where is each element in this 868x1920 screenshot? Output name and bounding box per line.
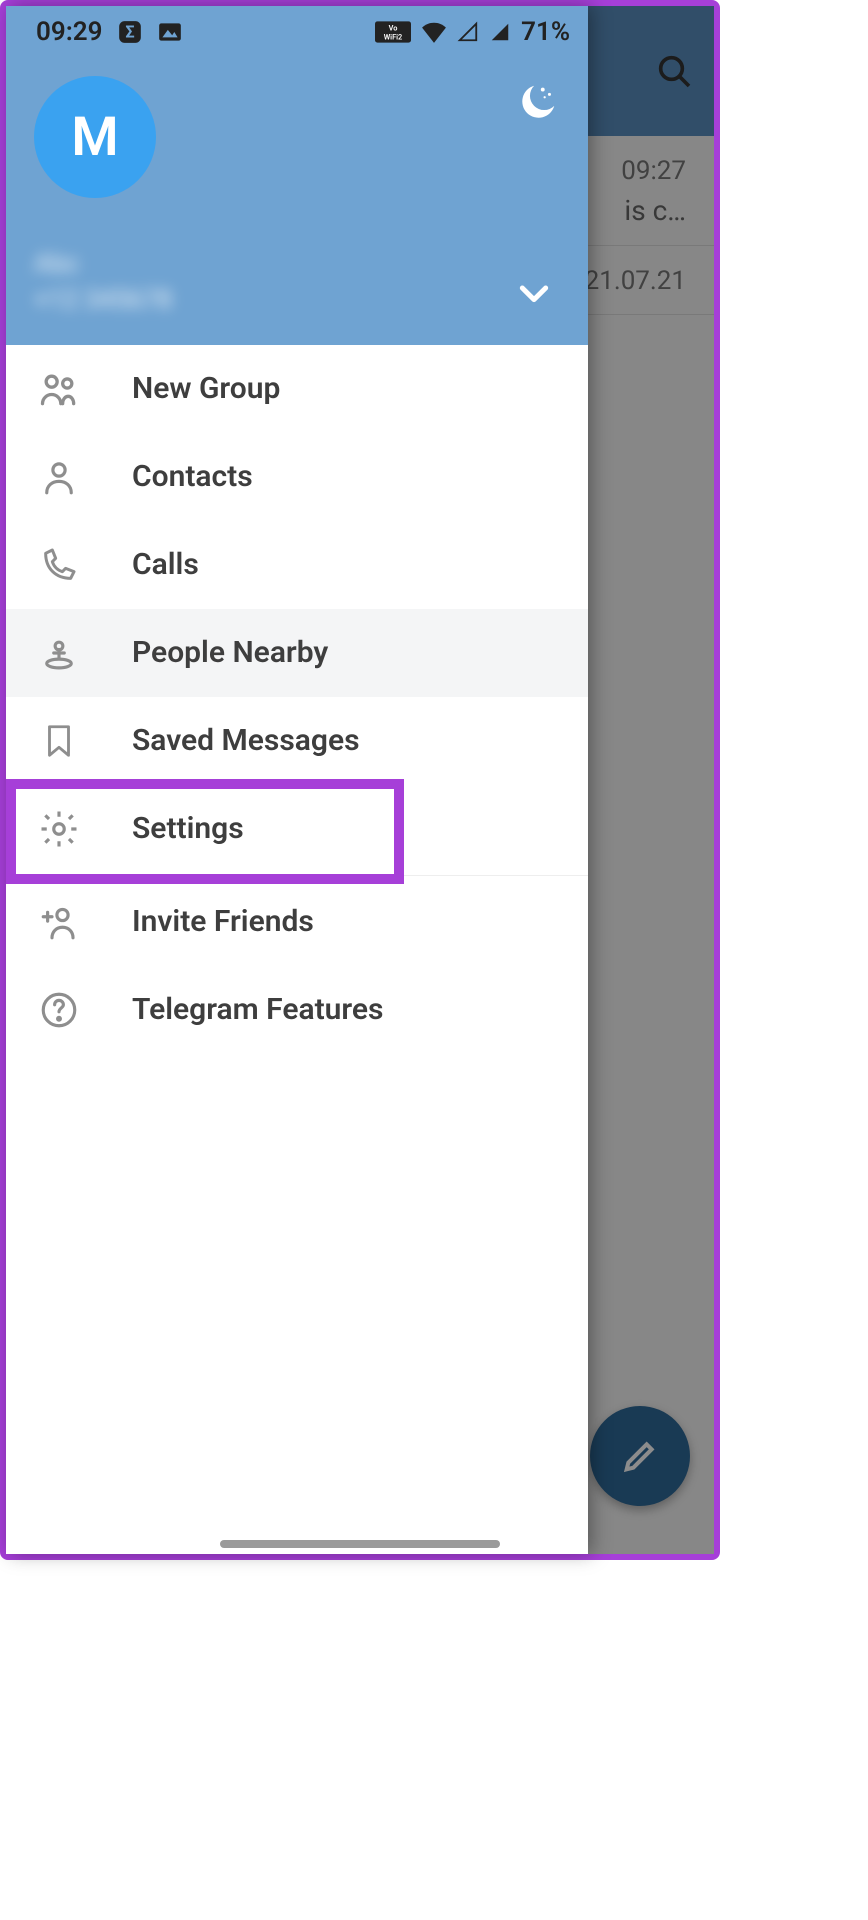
svg-text:WiFi2: WiFi2 [384, 32, 403, 41]
battery-percent: 71% [521, 17, 570, 47]
menu-label: Contacts [132, 459, 253, 494]
drawer-menu: New Group Contacts Calls People Nearby S [6, 345, 588, 1054]
svg-text:Vo: Vo [389, 23, 398, 32]
night-mode-icon[interactable] [514, 80, 560, 126]
svg-text:Σ: Σ [125, 22, 134, 41]
person-add-icon [34, 901, 84, 943]
nav-handle [220, 1540, 500, 1548]
menu-label: People Nearby [132, 635, 328, 670]
signal-full-icon [489, 21, 511, 43]
menu-label: Saved Messages [132, 723, 360, 758]
account-name: Abc [34, 246, 172, 282]
menu-label: Settings [132, 811, 244, 846]
app-notif-icon: Σ [117, 19, 143, 45]
wifi-icon [421, 21, 447, 43]
avatar[interactable]: M [34, 76, 156, 198]
bookmark-icon [34, 720, 84, 762]
help-icon [34, 989, 84, 1031]
menu-label: Calls [132, 547, 199, 582]
signal-empty-icon [457, 21, 479, 43]
gear-icon [34, 808, 84, 850]
menu-label: New Group [132, 371, 280, 406]
drawer-header: M Abc +12 345678 [6, 58, 588, 345]
avatar-initial: M [71, 106, 118, 169]
menu-saved-messages[interactable]: Saved Messages [6, 697, 588, 785]
group-icon [34, 367, 84, 411]
menu-divider [6, 875, 588, 876]
menu-new-group[interactable]: New Group [6, 345, 588, 433]
menu-settings[interactable]: Settings [6, 785, 588, 873]
menu-label: Invite Friends [132, 904, 314, 939]
navigation-drawer: 09:29 Σ VoWiFi2 71% M [6, 6, 588, 1554]
phone-icon [34, 545, 84, 585]
menu-calls[interactable]: Calls [6, 521, 588, 609]
menu-telegram-features[interactable]: Telegram Features [6, 966, 588, 1054]
menu-contacts[interactable]: Contacts [6, 433, 588, 521]
image-notif-icon [157, 19, 183, 45]
statusbar-time: 09:29 [36, 17, 103, 47]
menu-people-nearby[interactable]: People Nearby [6, 609, 588, 697]
status-bar: 09:29 Σ VoWiFi2 71% [6, 6, 588, 58]
person-icon [34, 456, 84, 498]
chevron-down-icon[interactable] [508, 267, 560, 319]
nearby-icon [34, 632, 84, 674]
vowifi-icon: VoWiFi2 [375, 21, 411, 43]
menu-invite-friends[interactable]: Invite Friends [6, 878, 588, 966]
account-phone: +12 345678 [34, 282, 172, 318]
menu-label: Telegram Features [132, 992, 383, 1027]
